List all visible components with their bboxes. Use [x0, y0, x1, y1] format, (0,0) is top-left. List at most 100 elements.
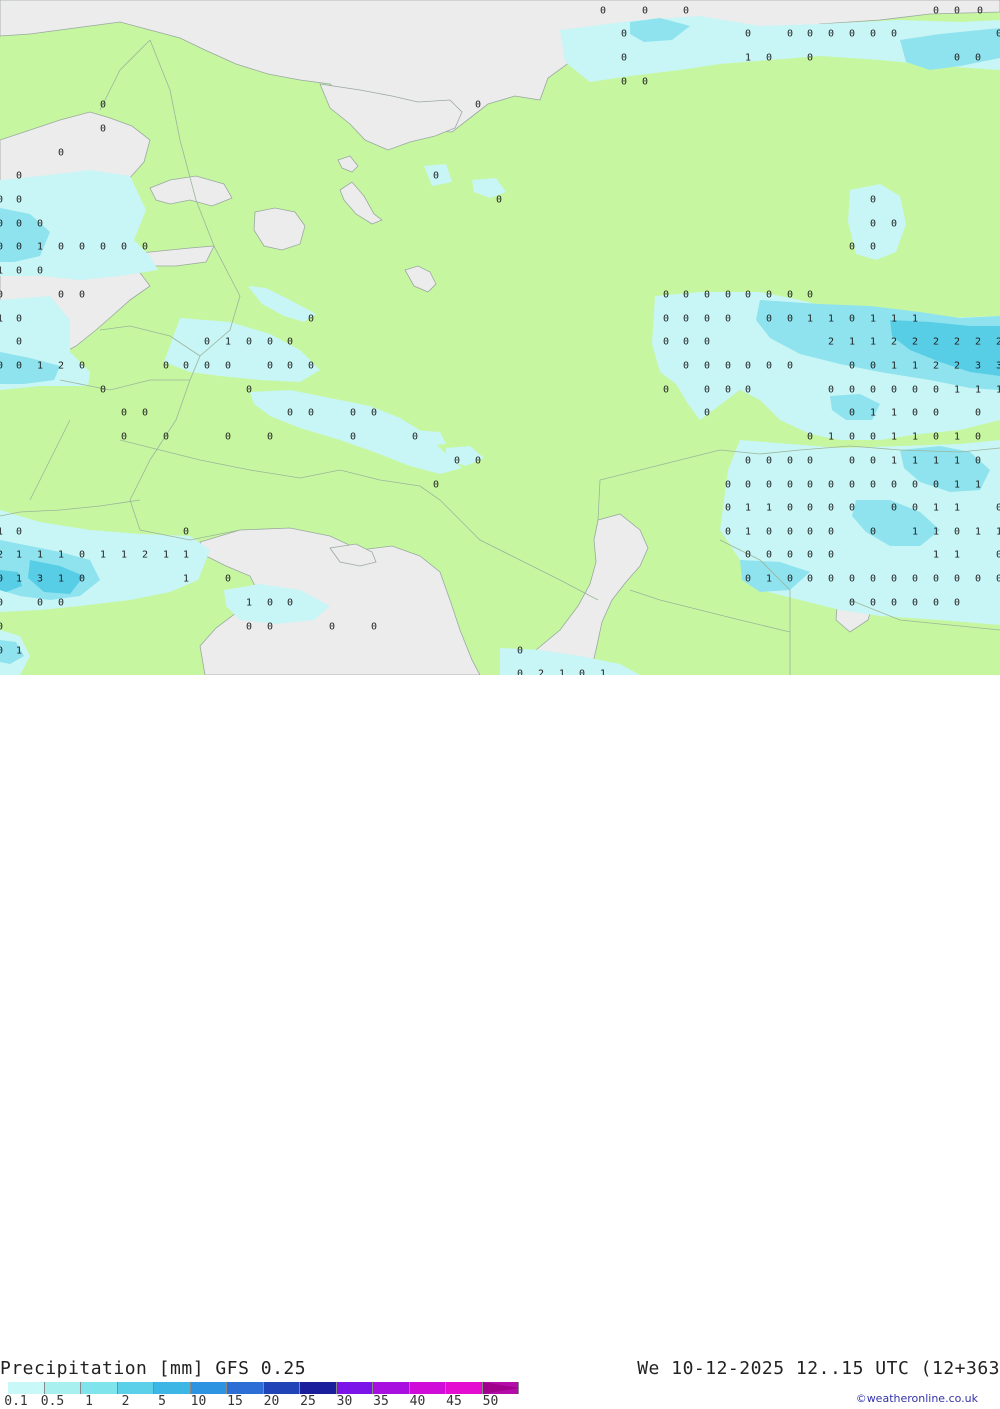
precip-value: 0	[766, 290, 772, 301]
precip-value: 1	[58, 574, 64, 585]
precip-value: 0	[121, 432, 127, 443]
precip-value: 0	[975, 456, 981, 467]
legend-label: 5	[158, 1394, 166, 1409]
precip-value: 0	[246, 385, 252, 396]
precip-value: 1	[891, 314, 897, 325]
precip-value: 1	[183, 574, 189, 585]
precip-value: 0	[828, 29, 834, 40]
precip-value: 0	[79, 574, 85, 585]
precip-value: 0	[787, 290, 793, 301]
precip-value: 1	[954, 503, 960, 514]
precip-value: 0	[996, 574, 1000, 585]
precip-value: 0	[350, 408, 356, 419]
precip-value: 1	[954, 432, 960, 443]
precip-value: 0	[79, 550, 85, 561]
precip-value: 0	[433, 171, 439, 182]
precip-value: 0	[996, 503, 1000, 514]
precip-value: 0	[267, 361, 273, 372]
legend-label: 15	[227, 1394, 243, 1409]
precip-value: 0	[870, 385, 876, 396]
precip-value: 0	[933, 385, 939, 396]
precip-value: 0	[828, 480, 834, 491]
legend-label: 35	[373, 1394, 389, 1409]
precip-value: 0	[308, 314, 314, 325]
precip-value: 1	[954, 456, 960, 467]
precip-value: 2	[142, 550, 148, 561]
precip-value: 1	[745, 503, 751, 514]
precip-value: 0	[142, 408, 148, 419]
precip-value: 1	[891, 361, 897, 372]
precip-value: 0	[870, 361, 876, 372]
precip-value: 0	[933, 408, 939, 419]
precip-value: 1	[933, 550, 939, 561]
precip-value: 0	[745, 385, 751, 396]
precip-value: 0	[58, 598, 64, 609]
precip-value: 0	[683, 361, 689, 372]
precip-value: 1	[37, 242, 43, 253]
precip-value: 0	[807, 503, 813, 514]
precip-value: 0	[496, 195, 502, 206]
precip-value: 1	[954, 480, 960, 491]
precip-value: 0	[766, 53, 772, 64]
precip-value: 1	[0, 527, 3, 538]
precip-value: 1	[828, 432, 834, 443]
precip-value: 0	[849, 242, 855, 253]
precip-value: 0	[204, 361, 210, 372]
legend-swatch	[44, 1382, 81, 1394]
map-title: Precipitation [mm] GFS 0.25	[0, 1358, 307, 1379]
credit-link[interactable]: ©weatheronline.co.uk	[856, 1392, 978, 1405]
precip-value: 0	[787, 574, 793, 585]
precip-value: 0	[807, 432, 813, 443]
precip-value: 2	[975, 337, 981, 348]
precip-value: 1	[891, 456, 897, 467]
precipitation-map[interactable]: 0 0 0 0 0 0 0 0 0 0 0 0 0 0 0 0 1 0 0 0 0 0 0 0 0 0 0 0 0 0 0 0 0 0 0 0 0 0 0 0…	[0, 0, 1000, 675]
precip-value: 0	[0, 290, 3, 301]
precip-value: 1	[975, 385, 981, 396]
precip-value: 1	[912, 432, 918, 443]
precip-value: 0	[100, 124, 106, 135]
precip-value: 1	[975, 527, 981, 538]
legend-swatch	[227, 1382, 264, 1394]
legend-label: 10	[190, 1394, 207, 1409]
precip-value: 1	[849, 337, 855, 348]
legend-label: 30	[336, 1394, 353, 1409]
precip-value: 0	[225, 574, 231, 585]
precip-value: 0	[683, 6, 689, 17]
precip-value: 0	[870, 480, 876, 491]
precip-value: 0	[267, 432, 273, 443]
precip-value: 0	[204, 337, 210, 348]
precip-value: 0	[849, 361, 855, 372]
precip-value: 0	[807, 456, 813, 467]
precip-value: 0	[849, 314, 855, 325]
precip-value: 1	[745, 527, 751, 538]
precip-value: 1	[246, 598, 252, 609]
precip-value: 0	[704, 361, 710, 372]
legend-label: 1	[85, 1394, 93, 1409]
precip-value: 1	[975, 480, 981, 491]
precip-value: 0	[704, 314, 710, 325]
precip-value: 0	[787, 361, 793, 372]
precip-value: 1	[870, 337, 876, 348]
legend-swatch	[117, 1382, 154, 1394]
precip-value: 0	[870, 29, 876, 40]
precip-value: 0	[891, 385, 897, 396]
precip-value: 0	[849, 29, 855, 40]
precip-value: 1	[996, 385, 1000, 396]
precip-value: 0	[683, 337, 689, 348]
precip-value: 0	[79, 290, 85, 301]
precip-value: 1	[766, 503, 772, 514]
precip-value: 0	[683, 314, 689, 325]
precip-value: 0	[371, 622, 377, 633]
precip-value: 0	[16, 195, 22, 206]
precip-value: 0	[849, 385, 855, 396]
precip-value: 0	[621, 53, 627, 64]
legend-swatch	[373, 1382, 410, 1394]
precip-value: 1	[996, 527, 1000, 538]
precip-value: 0	[433, 480, 439, 491]
precip-value: 0	[975, 574, 981, 585]
precip-value: 0	[828, 385, 834, 396]
precip-value: 0	[142, 242, 148, 253]
precip-value: 0	[870, 574, 876, 585]
precip-value: 2	[933, 361, 939, 372]
legend-label: 50	[482, 1394, 499, 1409]
